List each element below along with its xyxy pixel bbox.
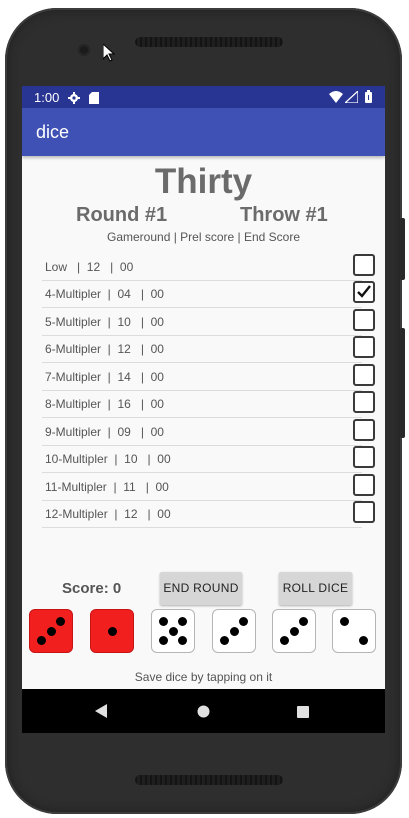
die-pip	[299, 616, 309, 626]
choice-checkbox[interactable]	[353, 309, 375, 331]
choice-row-6: 6-Multipler | 12 | 00	[42, 335, 375, 363]
die-3[interactable]	[151, 609, 195, 653]
choice-row-low: Low | 12 | 00	[42, 253, 375, 281]
die-pip	[168, 626, 178, 636]
choice-checkbox[interactable]	[353, 446, 375, 468]
recents-icon[interactable]	[297, 705, 309, 723]
power-button	[400, 328, 405, 438]
die-pip	[158, 616, 168, 626]
die-pip	[279, 636, 289, 646]
settings-gear-icon	[68, 91, 80, 109]
choice-label: 11-Multipler | 11 | 00	[45, 480, 169, 494]
choice-row-5: 5-Multipler | 10 | 00	[42, 308, 375, 336]
game-title: Thirty	[154, 162, 253, 201]
volume-button	[400, 218, 405, 280]
die-pip	[219, 636, 229, 646]
choice-row-12: 12-Multipler | 12 | 00	[42, 500, 375, 528]
choice-checkbox[interactable]	[353, 419, 375, 441]
choice-row-8: 8-Multipler | 16 | 00	[42, 390, 375, 418]
choice-label: Low | 12 | 00	[45, 260, 134, 274]
choice-label: 4-Multipler | 04 | 00	[45, 287, 164, 301]
back-icon[interactable]	[95, 704, 107, 723]
choice-label: 5-Multipler | 10 | 00	[45, 315, 164, 329]
screen: 1:00 dice Thirty Round #1 Throw #1 Gamer…	[22, 86, 385, 733]
choice-checkbox-checked[interactable]	[353, 281, 375, 303]
choice-checkbox[interactable]	[353, 501, 375, 523]
choice-row-4: 4-Multipler | 04 | 00	[42, 280, 375, 308]
choice-checkbox[interactable]	[353, 474, 375, 496]
status-time: 1:00	[34, 90, 60, 105]
choice-label: 7-Multipler | 14 | 00	[45, 370, 164, 384]
die-pip	[229, 626, 239, 636]
die-pip	[289, 626, 299, 636]
die-6[interactable]	[332, 609, 376, 653]
front-camera	[78, 44, 90, 56]
app-title: dice	[36, 122, 70, 142]
choice-checkbox[interactable]	[353, 364, 375, 386]
die-pip	[239, 616, 249, 626]
choice-row-9: 9-Multipler | 09 | 00	[42, 418, 375, 446]
wifi-icon	[329, 90, 343, 108]
choice-label: 6-Multipler | 12 | 00	[45, 342, 164, 356]
die-4[interactable]	[212, 609, 256, 653]
choice-label: 9-Multipler | 09 | 00	[45, 425, 164, 439]
mouse-cursor-icon	[102, 42, 116, 67]
sd-card-icon	[89, 91, 99, 109]
choice-label: 10-Multipler | 10 | 00	[45, 452, 171, 466]
throw-label: Throw #1	[240, 204, 328, 226]
die-1[interactable]	[29, 609, 73, 653]
choice-row-10: 10-Multipler | 10 | 00	[42, 445, 375, 473]
column-header: Gameround | Prel score | End Score	[107, 230, 300, 244]
die-pip	[178, 636, 188, 646]
die-5[interactable]	[272, 609, 316, 653]
signal-icon	[343, 89, 359, 108]
choice-checkbox[interactable]	[353, 254, 375, 276]
bottom-speaker	[135, 775, 283, 785]
save-dice-hint: Save dice by tapping on it	[134, 670, 273, 684]
roll-dice-button[interactable]: ROLL DICE	[279, 572, 352, 605]
choice-row-11: 11-Multipler | 11 | 00	[42, 473, 375, 501]
die-pip	[359, 636, 369, 646]
die-pip	[178, 616, 188, 626]
battery-icon	[365, 90, 372, 108]
die-pip	[56, 616, 66, 626]
round-label: Round #1	[76, 204, 168, 226]
navigation-bar	[22, 689, 385, 733]
choice-label: 8-Multipler | 16 | 00	[45, 397, 164, 411]
status-bar: 1:00	[22, 86, 385, 108]
app-bar: dice	[22, 108, 385, 156]
die-pip	[107, 626, 117, 636]
die-pip	[36, 636, 46, 646]
choice-row-7: 7-Multipler | 14 | 00	[42, 363, 375, 391]
die-pip	[46, 626, 56, 636]
home-icon[interactable]	[197, 705, 210, 723]
score-label: Score: 0	[62, 580, 122, 597]
top-speaker	[135, 37, 283, 47]
choice-checkbox[interactable]	[353, 391, 375, 413]
die-pip	[339, 616, 349, 626]
die-2[interactable]	[90, 609, 134, 653]
choice-label: 12-Multipler | 12 | 00	[45, 507, 171, 521]
die-pip	[158, 636, 168, 646]
choice-checkbox[interactable]	[353, 336, 375, 358]
end-round-button[interactable]: END ROUND	[160, 572, 242, 605]
